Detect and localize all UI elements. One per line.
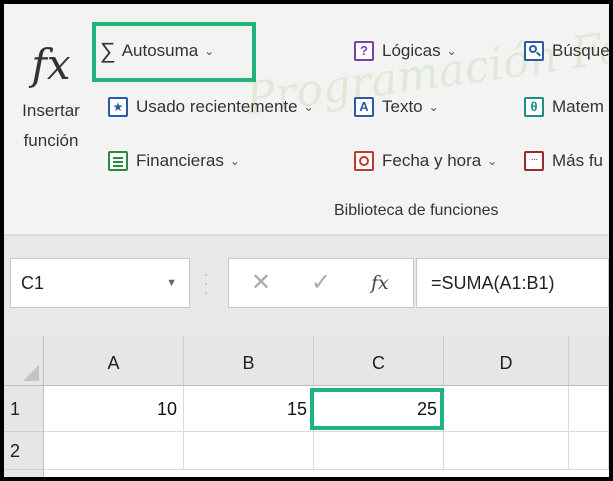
- text-label: Texto: [382, 97, 423, 116]
- select-all-button[interactable]: [4, 336, 44, 386]
- chevron-down-icon: ⌄: [446, 44, 457, 58]
- name-box[interactable]: C1 ▼: [10, 258, 190, 308]
- dropdown-arrow-icon[interactable]: ▼: [166, 259, 177, 307]
- formula-input[interactable]: =SUMA(A1:B1): [416, 258, 609, 308]
- more-book-icon: ···: [524, 151, 544, 171]
- text-button[interactable]: A Texto ⌄: [354, 90, 439, 124]
- column-header-e[interactable]: [569, 336, 609, 386]
- logical-label: Lógicas: [382, 41, 441, 60]
- group-label: Biblioteca de funciones: [334, 202, 499, 219]
- fx-icon: fx: [31, 40, 71, 89]
- cell-a2[interactable]: [44, 432, 184, 470]
- chevron-down-icon: ⌄: [303, 100, 314, 114]
- selected-cell-border: [310, 388, 444, 430]
- financial-button[interactable]: Financieras ⌄: [108, 144, 240, 178]
- cancel-icon[interactable]: ✕: [251, 259, 271, 307]
- question-book-icon: ?: [354, 41, 374, 61]
- excel-window: Programación Fácil fx Insertar función ∑…: [4, 4, 609, 477]
- search-book-icon: [524, 41, 544, 61]
- drag-handle-icon[interactable]: · · ·: [204, 267, 209, 299]
- clock-book-icon: [354, 151, 374, 171]
- chevron-down-icon: ⌄: [487, 154, 498, 168]
- worksheet-grid: A B C D 1 10 15 25 2: [4, 336, 609, 477]
- text-book-icon: A: [354, 97, 374, 117]
- cell-b1[interactable]: 15: [184, 386, 314, 432]
- name-box-value: C1: [21, 273, 45, 293]
- column-header-d[interactable]: D: [444, 336, 569, 386]
- lookup-button[interactable]: Búsque: [524, 34, 609, 68]
- date-time-button[interactable]: Fecha y hora ⌄: [354, 144, 497, 178]
- insert-function-label-1: Insertar: [22, 101, 80, 120]
- financial-label: Financieras: [136, 151, 224, 170]
- cell-c2[interactable]: [314, 432, 444, 470]
- recently-used-button[interactable]: Usado recientemente ⌄: [108, 90, 314, 124]
- cell-d2[interactable]: [444, 432, 569, 470]
- row-header-2[interactable]: 2: [4, 432, 44, 470]
- formulas-ribbon: Programación Fácil fx Insertar función ∑…: [4, 4, 609, 236]
- more-functions-label: Más fu: [552, 151, 604, 170]
- math-button[interactable]: θ Matem: [524, 90, 604, 124]
- autosum-highlight: [92, 22, 256, 82]
- row-header-1[interactable]: 1: [4, 386, 44, 432]
- chevron-down-icon: ⌄: [428, 100, 439, 114]
- column-header-c[interactable]: C: [314, 336, 444, 386]
- date-time-label: Fecha y hora: [382, 151, 482, 170]
- confirm-icon[interactable]: ✓: [311, 259, 331, 307]
- more-functions-button[interactable]: ··· Más fu: [524, 144, 603, 178]
- cell-d1[interactable]: [444, 386, 569, 432]
- financial-book-icon: [108, 151, 128, 171]
- insert-function-button[interactable]: fx Insertar función: [12, 34, 90, 184]
- row-header-3[interactable]: [4, 470, 44, 477]
- star-book-icon: [108, 97, 128, 117]
- math-label: Matem: [552, 97, 604, 116]
- lookup-label: Búsque: [552, 41, 609, 60]
- chevron-down-icon: ⌄: [229, 154, 240, 168]
- recently-used-label: Usado recientemente: [136, 97, 298, 116]
- formula-controls: ✕ ✓ fx: [228, 258, 414, 308]
- logical-button[interactable]: ? Lógicas ⌄: [354, 34, 457, 68]
- fx-icon[interactable]: fx: [371, 259, 389, 307]
- theta-book-icon: θ: [524, 97, 544, 117]
- column-header-a[interactable]: A: [44, 336, 184, 386]
- cell-e1[interactable]: [569, 386, 609, 432]
- column-header-b[interactable]: B: [184, 336, 314, 386]
- insert-function-label-2: función: [23, 131, 79, 150]
- formula-bar: C1 ▼ · · · ✕ ✓ fx =SUMA(A1:B1): [4, 236, 609, 336]
- cell-a1[interactable]: 10: [44, 386, 184, 432]
- cell-b2[interactable]: [184, 432, 314, 470]
- cell-e2[interactable]: [569, 432, 609, 470]
